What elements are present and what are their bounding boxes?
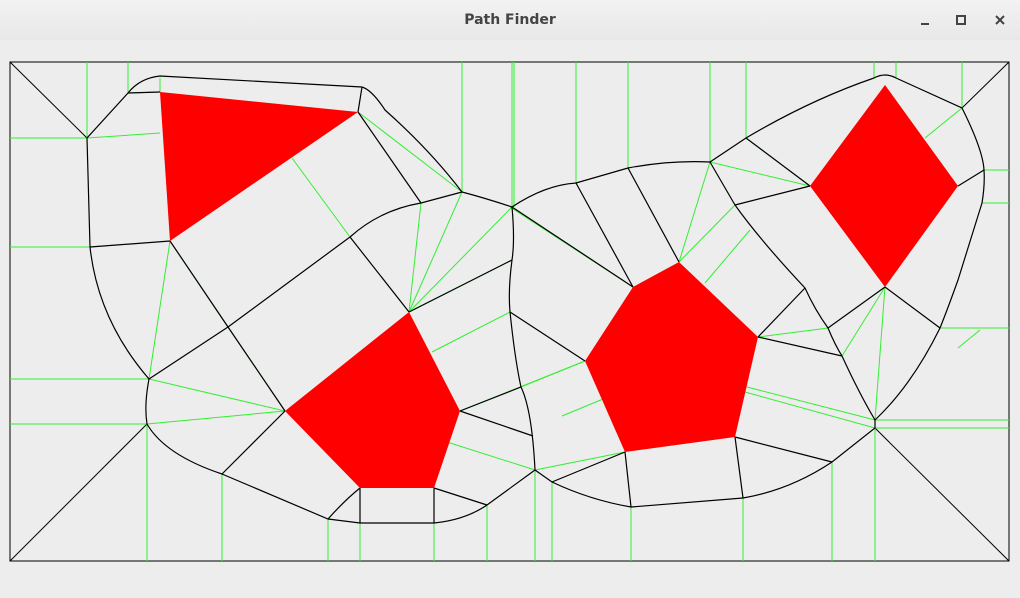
path-finder-drawing	[9, 61, 1010, 562]
maximize-icon	[956, 15, 966, 25]
obstacle-triangle	[160, 92, 358, 241]
obstacle-diamond	[810, 85, 958, 287]
path-finder-canvas[interactable]	[0, 40, 1020, 598]
obstacles	[160, 85, 958, 488]
obstacle-pentagon-left	[285, 312, 460, 488]
minimize-icon	[921, 23, 929, 25]
obstacle-pentagon-right	[585, 262, 758, 452]
window-title: Path Finder	[464, 12, 556, 28]
minimize-button[interactable]	[912, 8, 938, 32]
maximize-button[interactable]	[948, 8, 974, 32]
title-bar: Path Finder	[0, 0, 1020, 41]
close-button[interactable]	[987, 8, 1013, 32]
close-icon	[995, 15, 1005, 25]
